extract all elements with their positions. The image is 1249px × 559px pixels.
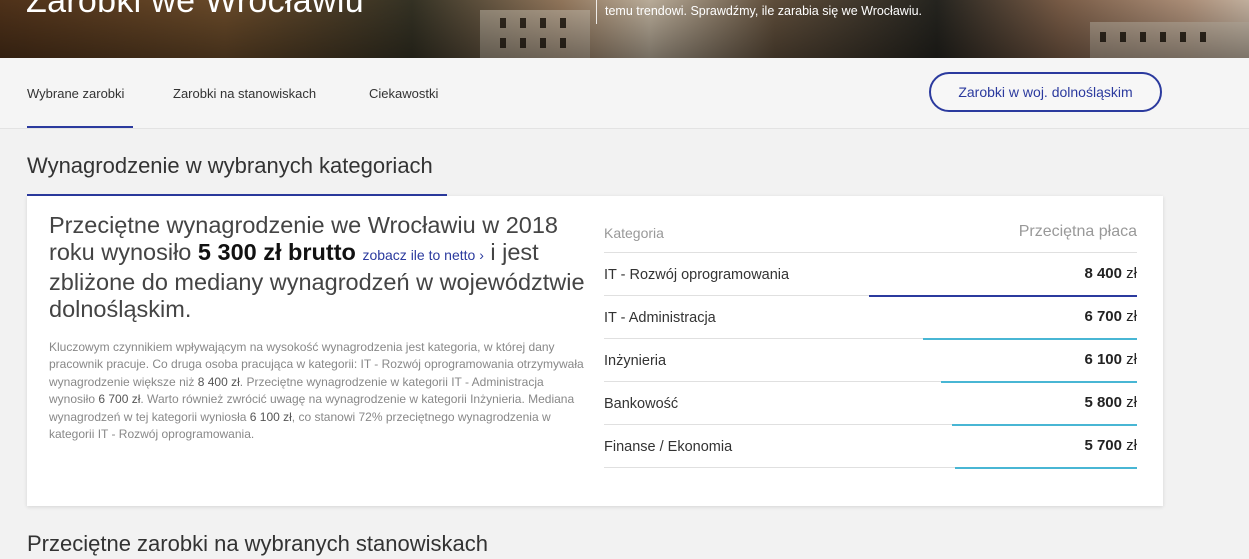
table-header: Kategoria Przeciętna płaca [604, 220, 1137, 253]
description-paragraph: Kluczowym czynnikiem wpływającym na wyso… [49, 339, 589, 443]
currency-label: zł [1126, 394, 1137, 411]
currency-label: zł [1126, 351, 1137, 368]
tab-zarobki-na-stanowiskach[interactable]: Zarobki na stanowiskach [173, 86, 316, 101]
category-name: Inżynieria [604, 353, 667, 369]
description-value: 8 400 zł [197, 374, 240, 389]
hero-description-text: temu trendowi. Sprawdźmy, ile zarabia si… [605, 4, 923, 18]
salary-value: 5 700 zł [1084, 437, 1137, 454]
hero-description: temu trendowi. Sprawdźmy, ile zarabia si… [596, 0, 1016, 24]
tab-ciekawostki[interactable]: Ciekawostki [369, 86, 438, 101]
category-name: Finanse / Ekonomia [604, 439, 733, 455]
salary-amount: 6 700 [1084, 308, 1122, 325]
salary-amount: 6 100 [1084, 351, 1122, 368]
section-heading-categories: Wynagrodzenie w wybranych kategoriach [27, 153, 433, 178]
average-salary-amount: 5 300 zł brutto [197, 239, 356, 265]
category-name: IT - Rozwój oprogramowania [604, 267, 790, 283]
category-name: IT - Administracja [604, 310, 716, 326]
salary-amount: 5 800 [1084, 394, 1122, 411]
currency-label: zł [1126, 265, 1137, 282]
salary-value: 8 400 zł [1084, 265, 1137, 282]
table-row: IT - Rozwój oprogramowania 8 400 zł [604, 253, 1137, 297]
salary-table: Kategoria Przeciętna płaca IT - Rozwój o… [604, 220, 1137, 469]
salary-categories-card: Przeciętne wynagrodzenie we Wrocławiu w … [27, 196, 1163, 506]
salary-value: 6 100 zł [1084, 351, 1137, 368]
salary-value: 5 800 zł [1084, 394, 1137, 411]
currency-label: zł [1126, 437, 1137, 454]
description-value: 6 100 zł [249, 409, 292, 424]
table-row: Inżynieria 6 100 zł [604, 339, 1137, 383]
salary-amount: 5 700 [1084, 437, 1122, 454]
section-heading-positions: Przeciętne zarobki na wybranych stanowis… [27, 531, 489, 556]
category-name: Bankowość [604, 396, 679, 412]
table-row: Bankowość 5 800 zł [604, 382, 1137, 426]
lead-paragraph: Przeciętne wynagrodzenie we Wrocławiu w … [49, 212, 589, 323]
page-title: Zarobki we Wrocławiu [26, 0, 364, 20]
column-header-salary: Przeciętna płaca [1018, 223, 1137, 240]
section-nav: Wybrane zarobki Zarobki na stanowiskach … [0, 58, 1249, 129]
region-salaries-button[interactable]: Zarobki w woj. dolnośląskim [929, 72, 1162, 112]
salary-bar [955, 467, 1137, 469]
salary-amount: 8 400 [1084, 265, 1122, 282]
description-value: 6 700 zł [98, 392, 141, 407]
currency-label: zł [1126, 308, 1137, 325]
net-salary-link[interactable]: zobacz ile to netto › [362, 247, 483, 263]
table-row: IT - Administracja 6 700 zł [604, 296, 1137, 340]
salary-value: 6 700 zł [1084, 308, 1137, 325]
tab-wybrane-zarobki[interactable]: Wybrane zarobki [27, 86, 124, 101]
column-header-category: Kategoria [604, 225, 664, 241]
active-tab-indicator [27, 126, 133, 128]
table-row: Finanse / Ekonomia 5 700 zł [604, 425, 1137, 469]
hero-banner: Zarobki we Wrocławiu temu trendowi. Spra… [0, 0, 1249, 58]
